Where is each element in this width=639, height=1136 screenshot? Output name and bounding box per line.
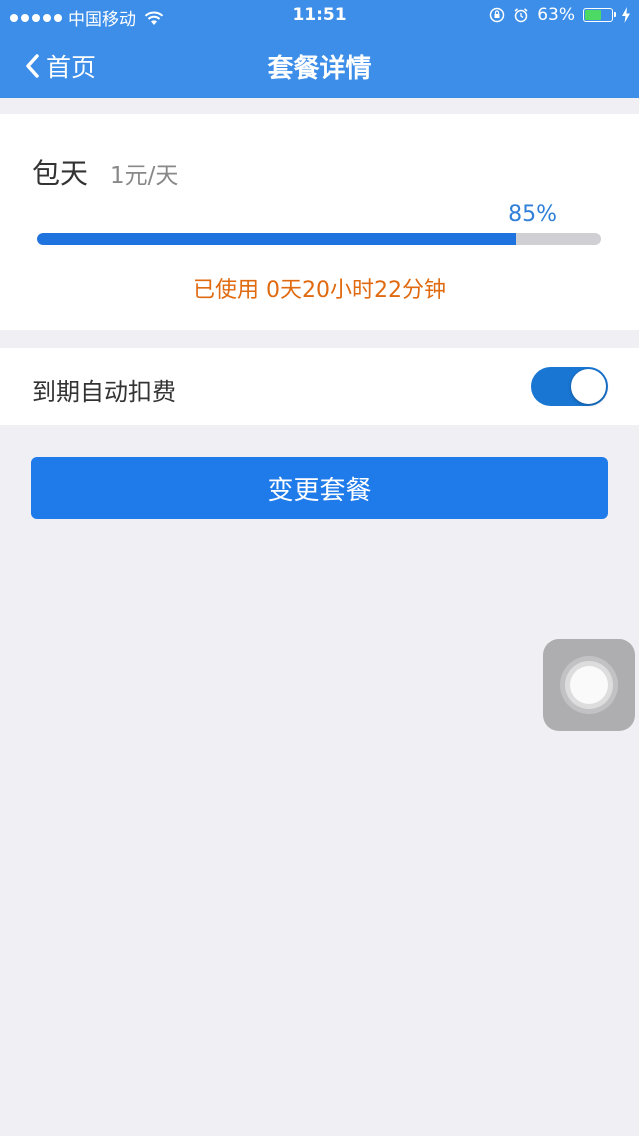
battery-level-fill — [585, 10, 601, 20]
plan-price: 1元/天 — [110, 163, 179, 189]
change-plan-button[interactable]: 变更套餐 — [31, 457, 608, 519]
usage-percent: 85% — [508, 202, 557, 227]
battery-icon — [583, 8, 616, 22]
alarm-icon — [514, 8, 528, 23]
autopay-label: 到期自动扣费 — [32, 378, 176, 406]
usage-progress-bar — [37, 233, 601, 245]
assistive-touch-button[interactable] — [543, 639, 635, 731]
toggle-knob — [571, 369, 606, 404]
charging-bolt-icon — [622, 7, 630, 23]
autopay-row: 到期自动扣费 — [0, 348, 639, 425]
app-header: 中国移动 11:51 63% 首页 套餐详情 — [0, 0, 639, 98]
plan-card: 包天 1元/天 85% 已使用 0天20小时22分钟 — [0, 114, 639, 330]
usage-progress-fill — [37, 233, 517, 245]
status-bar: 中国移动 11:51 63% — [0, 0, 639, 32]
orientation-lock-icon — [489, 7, 505, 23]
plan-name: 包天 — [32, 157, 89, 190]
status-bar-right: 63% — [489, 5, 631, 25]
assistive-touch-center — [570, 666, 608, 704]
usage-duration-text: 已使用 0天20小时22分钟 — [193, 278, 446, 303]
page-title: 套餐详情 — [267, 54, 372, 84]
autopay-toggle[interactable] — [531, 367, 608, 406]
battery-percent: 63% — [537, 5, 575, 25]
